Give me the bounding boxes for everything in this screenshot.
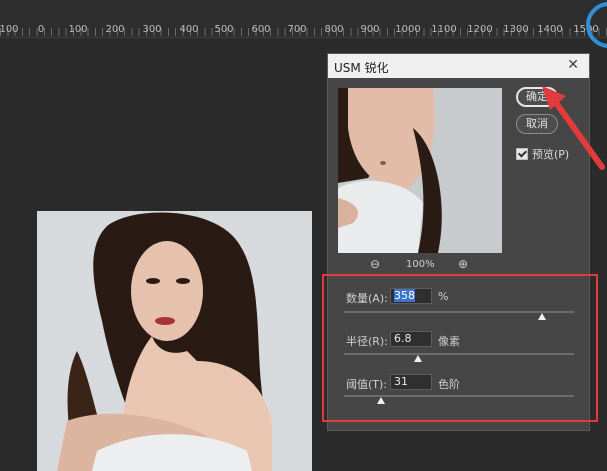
ruler-label: 600 — [251, 24, 271, 35]
dialog-titlebar[interactable]: USM 锐化 ✕ — [328, 54, 589, 78]
ruler-label: 800 — [324, 24, 344, 35]
ruler-label: 300 — [142, 24, 162, 35]
horizontal-ruler: 100 0 100 200 300 400 500 600 700 800 90… — [0, 0, 607, 38]
ruler-label: 700 — [287, 24, 307, 35]
preview-illustration — [338, 88, 502, 253]
annotation-arrow — [542, 86, 605, 170]
ruler-label: 900 — [360, 24, 380, 35]
zoom-level: 100% — [406, 259, 435, 270]
ruler-label: 500 — [214, 24, 234, 35]
ruler-label: 100 — [68, 24, 88, 35]
ruler-label: 0 — [37, 24, 45, 35]
ruler-label: 100 — [0, 24, 19, 35]
annotation-highlight-box — [322, 274, 598, 422]
dialog-title: USM 锐化 — [334, 61, 389, 75]
ruler-label: 400 — [179, 24, 199, 35]
preview-checkbox[interactable] — [516, 148, 528, 160]
close-icon[interactable]: ✕ — [567, 57, 579, 73]
canvas-photo — [37, 211, 312, 471]
zoom-out-icon[interactable]: ⊖ — [370, 257, 380, 271]
zoom-in-icon[interactable]: ⊕ — [458, 257, 468, 271]
portrait-illustration — [37, 211, 312, 471]
ruler-label: 1100 — [431, 24, 457, 35]
ruler-label: 1000 — [395, 24, 421, 35]
ruler-label: 1200 — [467, 24, 493, 35]
filter-preview[interactable] — [338, 88, 502, 253]
ruler-label: 1400 — [537, 24, 563, 35]
ruler-label: 200 — [105, 24, 125, 35]
ruler-label: 1300 — [503, 24, 529, 35]
